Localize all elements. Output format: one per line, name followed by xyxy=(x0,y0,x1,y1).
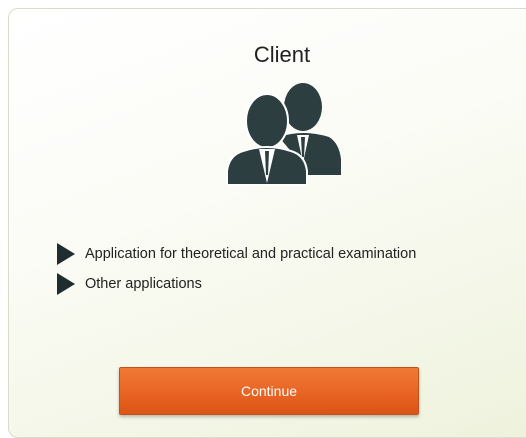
continue-button[interactable]: Continue xyxy=(119,367,419,415)
option-label: Other applications xyxy=(85,276,202,292)
option-theoretical-practical[interactable]: Application for theoretical and practica… xyxy=(57,239,416,269)
triangle-right-icon xyxy=(57,243,75,265)
option-other-applications[interactable]: Other applications xyxy=(57,269,416,299)
users-icon xyxy=(226,83,341,186)
card-title: Client xyxy=(253,42,311,67)
client-card: Client Application for theoretical and p… xyxy=(8,8,526,438)
triangle-right-icon xyxy=(57,273,75,295)
application-options: Application for theoretical and practica… xyxy=(57,239,416,299)
option-label: Application for theoretical and practica… xyxy=(85,246,417,262)
